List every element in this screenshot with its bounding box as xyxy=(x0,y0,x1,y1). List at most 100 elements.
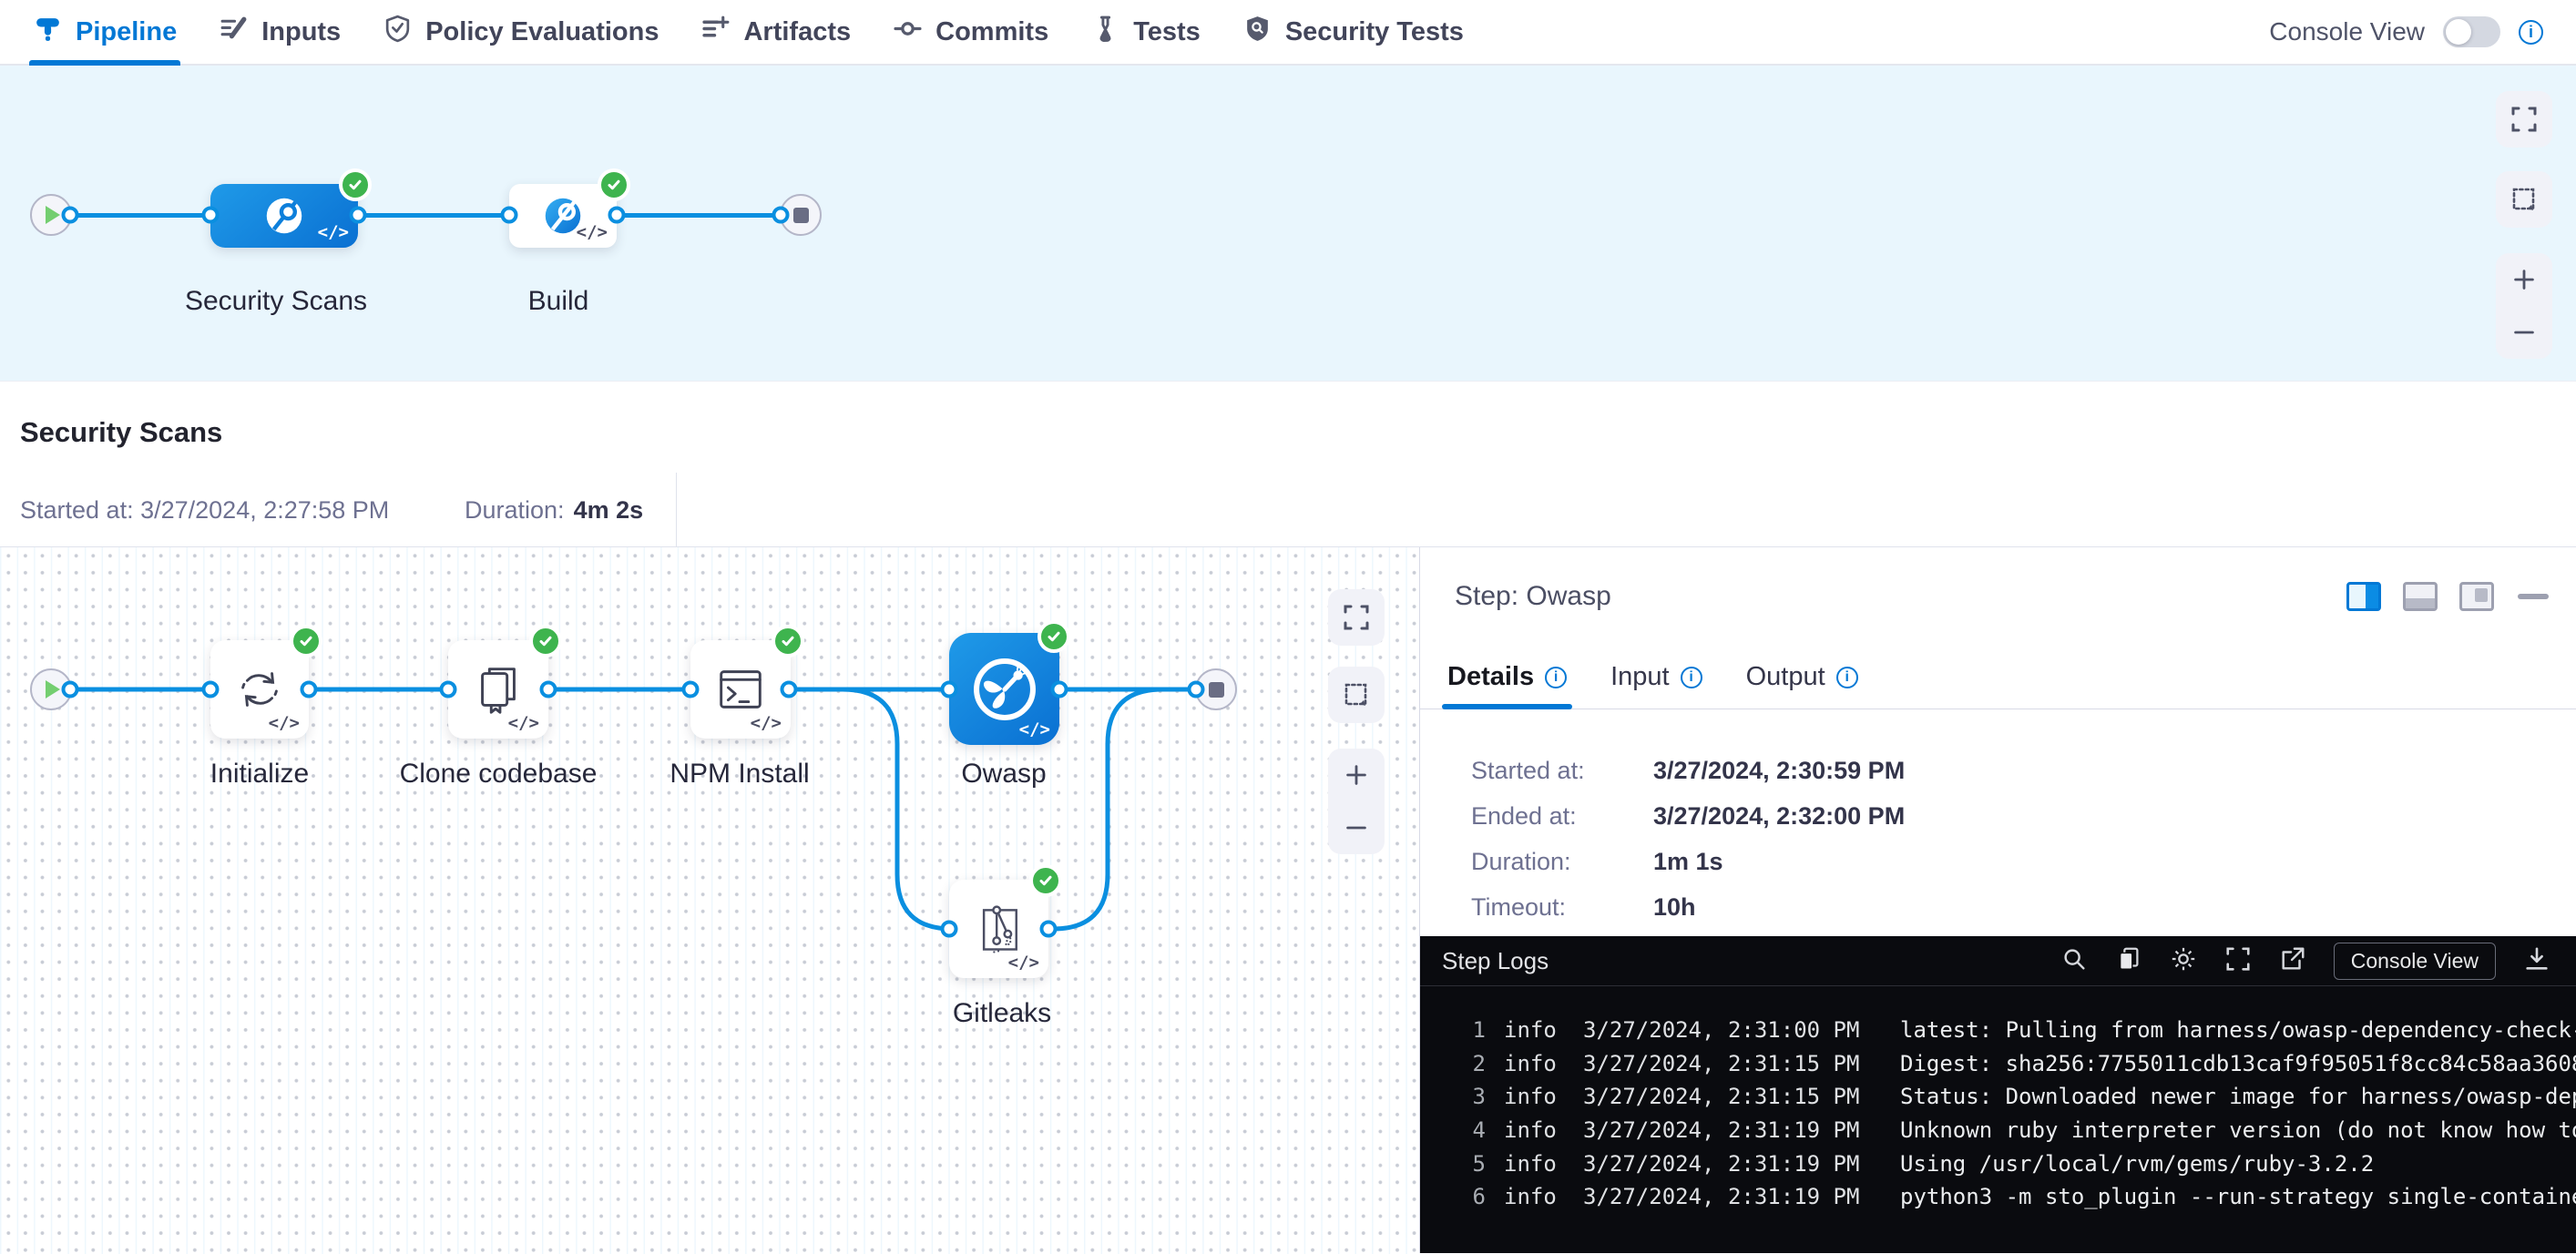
flask-icon xyxy=(1090,14,1120,51)
edge-dot xyxy=(1188,681,1205,698)
tab-input[interactable]: Inputi xyxy=(1610,646,1702,709)
layout-split-right-button[interactable] xyxy=(2346,582,2381,611)
toggle-knob xyxy=(2446,19,2471,45)
initialize-icon xyxy=(231,661,288,718)
tab-inputs[interactable]: Inputs xyxy=(219,0,341,64)
edge-dot xyxy=(781,681,798,698)
zoom-in-button[interactable] xyxy=(2496,253,2552,306)
edge-dot xyxy=(202,681,220,698)
step-label[interactable]: Owasp xyxy=(961,759,1046,790)
shield-check-icon xyxy=(383,14,413,51)
stage-node-build[interactable]: </> xyxy=(509,184,617,248)
artifacts-icon xyxy=(700,14,731,51)
tab-output[interactable]: Outputi xyxy=(1746,646,1858,709)
log-line: 6info3/27/2024, 2:31:19 PMpython3 -m sto… xyxy=(1420,1180,2576,1214)
code-mark-icon: </> xyxy=(751,713,782,733)
stage-label[interactable]: Build xyxy=(528,286,589,317)
zoom-out-button[interactable] xyxy=(1328,801,1385,854)
code-mark-icon: </> xyxy=(1019,719,1050,739)
stage-duration: Duration:4m 2s xyxy=(465,496,643,525)
tab-label: Tests xyxy=(1133,17,1201,47)
step-panel-title: Step: Owasp xyxy=(1455,581,1611,612)
step-panel-tabs: Detailsi Inputi Outputi xyxy=(1420,646,2576,709)
download-icon[interactable] xyxy=(2523,945,2550,977)
info-icon[interactable]: i xyxy=(2519,20,2543,45)
success-badge xyxy=(339,168,372,201)
step-label[interactable]: NPM Install xyxy=(670,759,809,790)
tab-artifacts[interactable]: Artifacts xyxy=(700,0,851,64)
tab-tests[interactable]: Tests xyxy=(1090,0,1201,64)
step-details: Started at:3/27/2024, 2:30:59 PM Ended a… xyxy=(1420,709,2576,922)
step-node-clone-codebase[interactable]: </> xyxy=(448,640,548,739)
settings-gear-icon[interactable] xyxy=(2170,945,2197,977)
tab-pipeline[interactable]: Pipeline xyxy=(33,0,177,64)
fullscreen-button[interactable] xyxy=(1328,589,1385,646)
step-label[interactable]: Gitleaks xyxy=(953,998,1051,1029)
fullscreen-button[interactable] xyxy=(2496,91,2552,148)
stage-info-bar: Security Scans Started at: 3/27/2024, 2:… xyxy=(0,381,2576,546)
code-mark-icon: </> xyxy=(269,713,300,733)
tab-commits[interactable]: Commits xyxy=(893,0,1048,64)
edge-dot xyxy=(772,207,790,224)
minimize-panel-button[interactable] xyxy=(2518,594,2549,599)
stage-info-title: Security Scans xyxy=(20,416,2576,449)
info-icon[interactable]: i xyxy=(1836,667,1858,688)
console-view-toggle[interactable] xyxy=(2443,16,2500,47)
tab-label: Security Tests xyxy=(1285,17,1464,47)
play-icon xyxy=(46,206,60,224)
layout-split-bottom-button[interactable] xyxy=(2403,582,2438,611)
tab-details[interactable]: Detailsi xyxy=(1447,646,1567,709)
zoom-control xyxy=(2496,253,2552,359)
edge-dot xyxy=(301,681,318,698)
security-stage-icon xyxy=(259,190,310,241)
step-label[interactable]: Clone codebase xyxy=(400,759,598,790)
edge-dot xyxy=(608,207,626,224)
info-icon[interactable]: i xyxy=(1545,667,1567,688)
tab-label: Pipeline xyxy=(76,17,177,47)
zoom-in-button[interactable] xyxy=(1328,749,1385,801)
step-node-owasp[interactable]: </> xyxy=(949,633,1059,745)
log-line: 4info3/27/2024, 2:31:19 PMUnknown ruby i… xyxy=(1420,1114,2576,1147)
zoom-out-button[interactable] xyxy=(2496,306,2552,359)
zoom-control xyxy=(1328,749,1385,854)
external-link-icon[interactable] xyxy=(2279,945,2306,977)
step-node-gitleaks[interactable]: </> xyxy=(949,880,1048,978)
play-icon xyxy=(46,680,60,698)
step-label[interactable]: Initialize xyxy=(210,759,309,790)
step-node-npm-install[interactable]: </> xyxy=(690,640,791,739)
edge-dot xyxy=(1040,921,1058,938)
success-badge xyxy=(772,625,804,658)
step-logs-title: Step Logs xyxy=(1442,947,1549,975)
stop-icon xyxy=(1209,682,1224,698)
top-nav: Pipeline Inputs Policy Evaluations Artif… xyxy=(0,0,2576,66)
stage-label[interactable]: Security Scans xyxy=(185,286,367,317)
marquee-select-button[interactable] xyxy=(2496,171,2552,228)
inputs-icon xyxy=(219,14,249,51)
stage-node-security-scans[interactable]: </> xyxy=(210,184,358,248)
tab-policy-evaluations[interactable]: Policy Evaluations xyxy=(383,0,659,64)
divider xyxy=(676,473,677,547)
step-graph-canvas[interactable]: </> </> </> </> xyxy=(0,547,1419,1254)
copy-icon[interactable] xyxy=(2115,945,2142,977)
success-badge xyxy=(598,168,630,201)
execution-area: </> </> </> </> xyxy=(0,546,2576,1253)
tab-security-tests[interactable]: Security Tests xyxy=(1242,0,1464,64)
git-commit-icon xyxy=(893,14,923,51)
shield-scan-icon xyxy=(1242,14,1273,51)
code-mark-icon: </> xyxy=(577,222,608,242)
edge-dot xyxy=(202,207,220,224)
step-node-initialize[interactable]: </> xyxy=(210,640,309,739)
marquee-select-button[interactable] xyxy=(1328,667,1385,723)
step-details-panel: Step: Owasp Detailsi Inputi Outputi Star… xyxy=(1419,547,2576,1253)
layout-float-button[interactable] xyxy=(2459,582,2494,611)
detail-row: Duration:1m 1s xyxy=(1471,848,2576,876)
stage-graph-canvas[interactable]: </> </> Security Scans Build xyxy=(0,66,2576,381)
search-icon[interactable] xyxy=(2060,945,2088,977)
edge-dot xyxy=(1051,681,1068,698)
clone-codebase-icon xyxy=(470,661,526,718)
console-view-button[interactable]: Console View xyxy=(2334,943,2496,980)
fullscreen-icon[interactable] xyxy=(2224,945,2252,977)
npm-install-icon xyxy=(712,661,769,718)
log-lines[interactable]: 1info3/27/2024, 2:31:00 PMlatest: Pullin… xyxy=(1420,986,2576,1214)
info-icon[interactable]: i xyxy=(1681,667,1702,688)
